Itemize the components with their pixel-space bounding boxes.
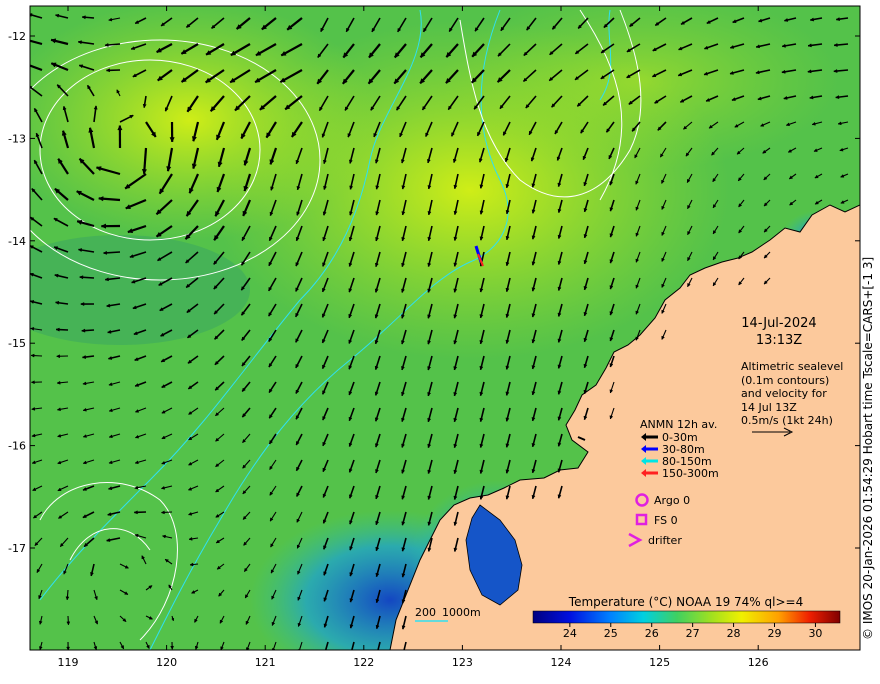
colorbar-tick-label: 27 [686, 627, 700, 640]
x-tick-label: 120 [156, 656, 177, 669]
depth-legend-label-200: 200 [415, 606, 436, 619]
fs-label: FS 0 [654, 514, 678, 527]
y-tick-label: -14 [8, 235, 26, 248]
drifter-label: drifter [648, 534, 682, 547]
y-tick-label: -12 [8, 30, 26, 43]
credit-label: © IMOS 20-Jan-2026 01:54:29 Hobart time … [861, 0, 879, 640]
y-tick-label: -16 [8, 440, 26, 453]
velocity-arrow-head [376, 651, 379, 654]
anmn-legend-label-3: 150-300m [662, 467, 719, 480]
x-tick-label: 125 [649, 656, 670, 669]
velocity-arrow-head [350, 651, 353, 655]
velocity-arrow-head [23, 63, 28, 67]
altimetry-note-line4: 14 Jul 13Z [741, 401, 797, 414]
y-tick-label: -13 [8, 132, 26, 145]
velocity-arrow-head [402, 652, 405, 655]
colorbar-tick-label: 30 [808, 627, 822, 640]
y-tick-label: -17 [8, 542, 26, 555]
date-label: 14-Jul-2024 [741, 316, 816, 331]
depth-legend-label-1000: 1000m [442, 606, 481, 619]
colorbar-title: Temperature (°C) NOAA 19 74% ql>=4 [568, 595, 803, 609]
cool-patch-west [0, 235, 250, 345]
altimetry-note-line1: Altimetric sealevel [741, 360, 843, 373]
argo-label: Argo 0 [654, 494, 690, 507]
x-tick-label: 121 [255, 656, 276, 669]
x-tick-label: 122 [353, 656, 374, 669]
map-figure: 119 120 121 122 123 124 125 126 -12 -13 -14 -15 -16… [0, 0, 880, 680]
altimetry-note-line3: and velocity for [741, 387, 827, 400]
colorbar-tick-label: 24 [563, 627, 577, 640]
colorbar-tick-label: 25 [604, 627, 618, 640]
colorbar-tick-label: 28 [727, 627, 741, 640]
depth-legend: 200 1000m [415, 606, 481, 621]
warm-eddy [0, 0, 380, 240]
colorbar-tick-label: 26 [645, 627, 659, 640]
y-tick-label: -15 [8, 337, 26, 350]
time-label: 13:13Z [756, 333, 802, 348]
x-tick-label: 123 [452, 656, 473, 669]
altimetry-note-line2: (0.1m contours) [741, 374, 829, 387]
x-tick-label: 126 [748, 656, 769, 669]
x-tick-label: 124 [551, 656, 572, 669]
colorbar-tick-label: 29 [768, 627, 782, 640]
altimetry-note-line5: 0.5m/s (1kt 24h) [741, 414, 833, 427]
sst-field [0, 0, 860, 680]
colorbar-gradient [533, 611, 840, 623]
x-tick-label: 119 [58, 656, 79, 669]
map-svg: 119 120 121 122 123 124 125 126 -12 -13 -14 -15 -16… [0, 0, 880, 680]
anmn-legend-title: ANMN 12h av. [640, 418, 717, 431]
